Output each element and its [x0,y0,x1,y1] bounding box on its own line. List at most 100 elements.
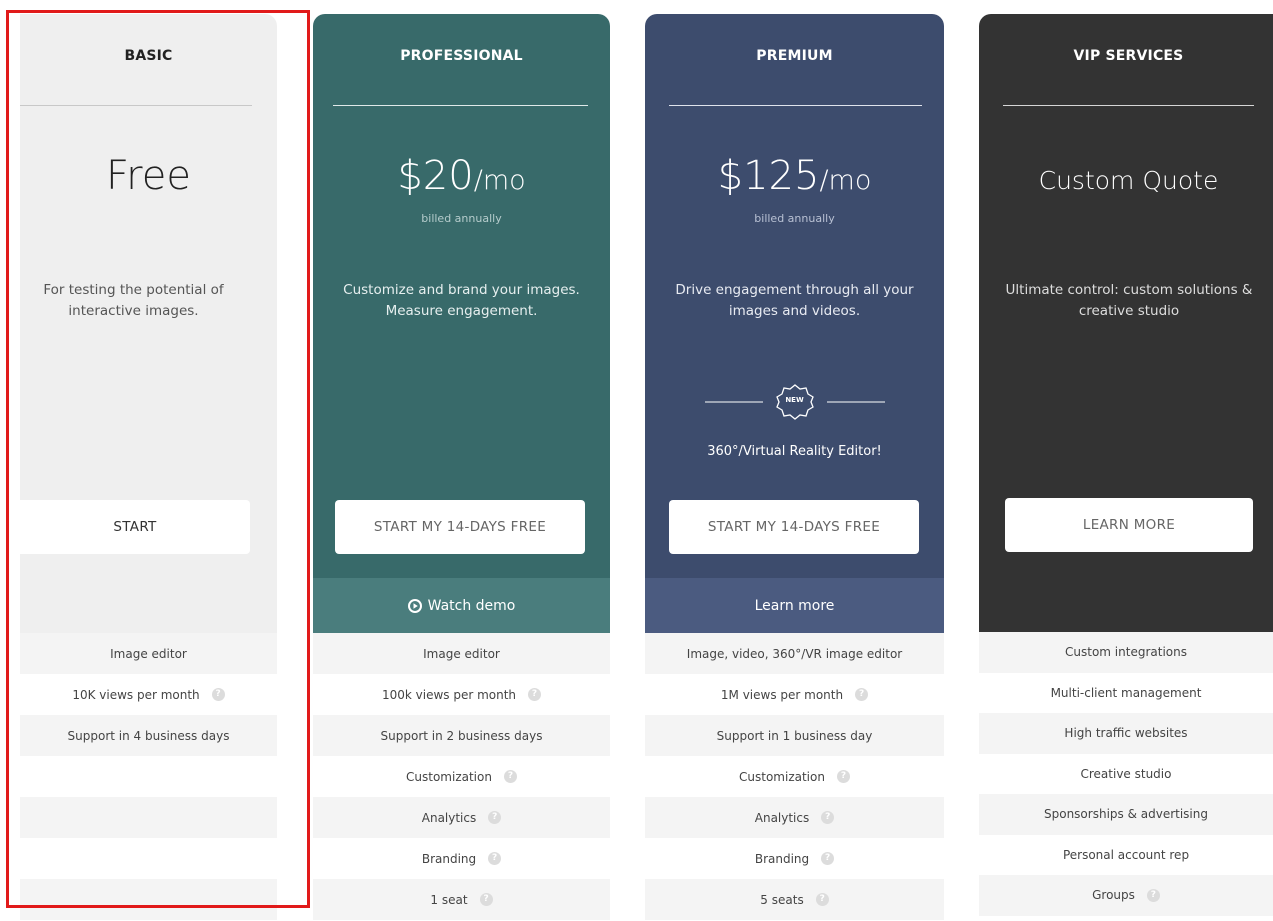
plan-professional-watch-demo[interactable]: Watch demo [313,578,610,633]
plan-professional-price-main: $20 [397,153,474,199]
feature-row: Analytics? [645,797,944,838]
plan-premium-description: Drive engagement through all your images… [675,282,914,319]
plan-premium-price-main: $125 [717,153,820,199]
help-icon[interactable]: ? [211,688,225,701]
plan-basic-description: For testing the potential of interactive… [43,282,224,319]
feature-row: Branding? [313,838,610,879]
feature-row: Support in 4 business days [20,715,277,756]
plan-vip: VIP SERVICES Custom Quote Ultimate contr… [979,14,1273,921]
feature-row: Personal account rep [979,834,1273,875]
feature-text: Multi-client management [1050,685,1202,700]
help-icon[interactable]: ? [815,893,829,906]
feature-row: 10K views per month? [20,674,277,715]
feature-row: Analytics? [313,797,610,838]
feature-text: Creative studio [1080,766,1172,781]
plan-premium-billing: billed annually [754,212,835,225]
plan-vip-description: Ultimate control: custom solutions & cre… [1005,282,1253,319]
plan-professional-features: Image editor 100k views per month? Suppo… [313,633,610,920]
feature-row: 1M views per month? [645,674,944,715]
help-icon[interactable]: ? [503,770,517,783]
feature-row [20,879,277,920]
feature-row: 1 seat? [313,879,610,920]
plan-basic-divider [20,105,252,106]
feature-row: Image editor [20,633,277,674]
plan-premium-trial-button[interactable]: START MY 14-DAYS FREE [669,500,919,554]
feature-text: Support in 4 business days [67,728,230,743]
feature-text: Customization [406,769,492,784]
feature-text: Custom integrations [1065,645,1187,660]
watch-demo-label: Watch demo [427,597,516,614]
plan-vip-divider [1003,105,1254,106]
new-badge-text: NEW [785,396,804,404]
feature-text: Image editor [423,646,500,661]
plan-basic: BASIC Free For testing the potential of … [20,14,277,921]
help-icon[interactable]: ? [821,852,835,865]
plan-professional-divider [333,105,588,106]
plan-basic-name: BASIC [124,48,173,64]
feature-row [20,797,277,838]
help-icon[interactable]: ? [836,770,850,783]
plan-basic-price: Free [20,150,277,202]
feature-row: Support in 1 business day [645,715,944,756]
feature-text: Analytics [421,810,477,825]
feature-text: 5 seats [760,892,804,907]
plan-basic-features: Image editor 10K views per month? Suppor… [20,633,277,920]
help-icon[interactable]: ? [821,811,835,824]
help-icon[interactable]: ? [855,688,869,701]
feature-row: High traffic websites [979,713,1273,754]
play-circle-icon [407,598,422,613]
plan-professional-name: PROFESSIONAL [400,48,523,64]
plan-premium-name: PREMIUM [756,48,833,64]
plan-basic-price-main: Free [106,153,191,199]
feature-row: Customization? [313,756,610,797]
feature-row: Support in 2 business days [313,715,610,756]
plan-premium: PREMIUM $125/mo billed annually Drive en… [645,14,944,921]
plan-premium-features: Image, video, 360°/VR image editor 1M vi… [645,633,944,920]
help-icon[interactable]: ? [488,811,502,824]
plan-professional-description: Customize and brand your images. Measure… [343,282,580,319]
feature-row: Custom integrations [979,632,1273,673]
feature-text: Support in 1 business day [716,728,873,743]
plan-professional: PROFESSIONAL $20/mo billed annually Cust… [313,14,610,921]
help-icon[interactable]: ? [1146,888,1160,902]
feature-row: Groups? [979,875,1273,916]
feature-text: Branding [421,851,477,866]
feature-row: 5 seats? [645,879,944,920]
plan-professional-billing: billed annually [421,212,502,225]
plan-vip-price-main: Custom Quote [1038,166,1219,195]
plan-basic-start-button[interactable]: START [20,500,250,554]
feature-row [20,838,277,879]
plan-professional-trial-button[interactable]: START MY 14-DAYS FREE [335,500,585,554]
feature-text: Groups [1092,888,1135,903]
plan-professional-price-unit: /mo [473,165,526,196]
feature-text: Customization [739,769,825,784]
feature-text: 100k views per month [381,687,517,702]
feature-row: Branding? [645,838,944,879]
new-badge: NEW [645,382,944,422]
feature-text: Branding [754,851,810,866]
help-icon[interactable]: ? [488,852,502,865]
feature-text: High traffic websites [1064,726,1188,741]
plan-premium-learn-more[interactable]: Learn more [645,578,944,633]
feature-row: Image editor [313,633,610,674]
feature-text: Personal account rep [1062,847,1190,862]
help-icon[interactable]: ? [528,688,542,701]
feature-row: Image, video, 360°/VR image editor [645,633,944,674]
feature-text: Support in 2 business days [380,728,543,743]
help-icon[interactable]: ? [479,893,493,906]
plan-vip-price: Custom Quote [979,164,1273,198]
feature-row [20,756,277,797]
feature-row: 100k views per month? [313,674,610,715]
feature-text: 10K views per month [72,687,200,702]
feature-text: Sponsorships & advertising [1044,807,1208,822]
plan-professional-price: $20/mo [313,150,610,207]
feature-text: Image editor [110,646,187,661]
feature-row: Creative studio [979,753,1273,794]
plan-premium-new-feature: 360°/Virtual Reality Editor! [707,444,882,459]
feature-text: Analytics [754,810,810,825]
feature-text: 1M views per month [720,687,844,702]
plan-premium-price-unit: /mo [819,165,872,196]
plan-vip-learn-more-button[interactable]: LEARN MORE [1005,498,1253,552]
feature-text: 1 seat [430,892,468,907]
feature-text: Image, video, 360°/VR image editor [686,646,903,661]
